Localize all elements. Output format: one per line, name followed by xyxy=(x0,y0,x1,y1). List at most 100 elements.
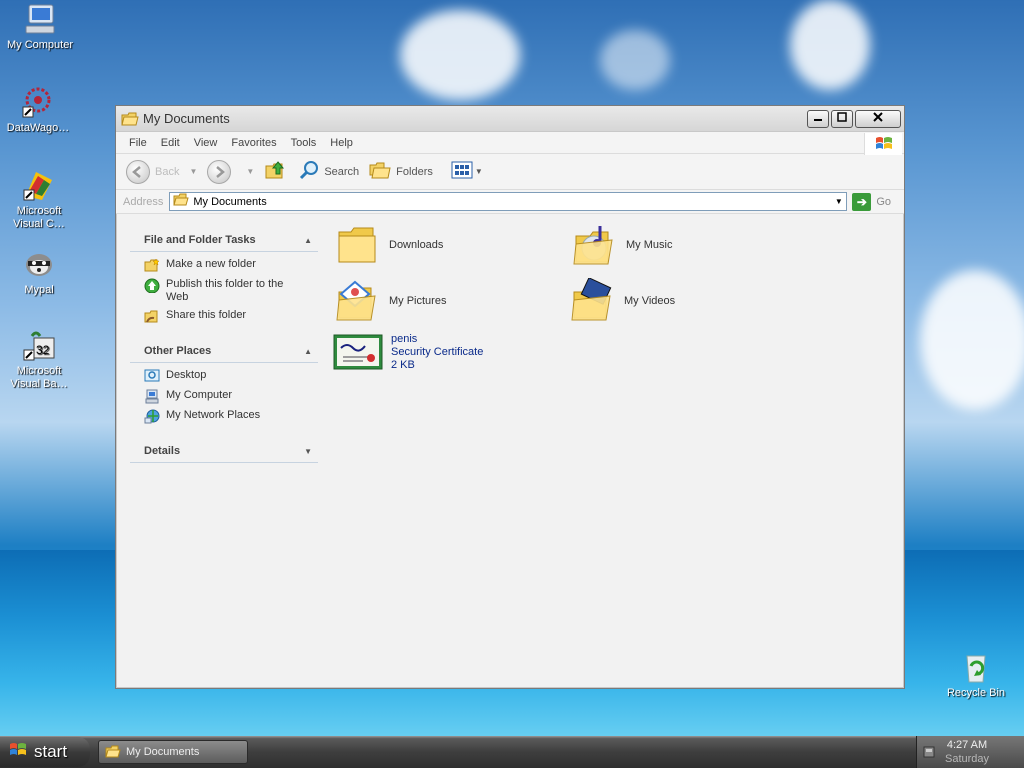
folder-icon xyxy=(173,193,190,210)
file-name: Downloads xyxy=(389,239,444,251)
task-label: Share this folder xyxy=(166,309,247,321)
desktop-icon-mypal[interactable]: Mypal xyxy=(1,247,77,297)
desktop-icon-label: My Computer xyxy=(6,39,74,51)
place-label: Desktop xyxy=(166,369,207,381)
expand-icon[interactable]: ▼ xyxy=(304,447,312,456)
address-label: Address xyxy=(123,195,164,208)
place-my-computer[interactable]: My Computer xyxy=(144,389,318,404)
task-make-new-folder[interactable]: Make a new folder xyxy=(144,258,318,273)
task-group-header[interactable]: Details ▼ xyxy=(130,438,318,463)
pictures-folder-icon xyxy=(335,278,381,324)
cloud xyxy=(920,270,1024,410)
desktop-icon-datawago[interactable]: DataWago… xyxy=(0,85,76,135)
my-computer-icon xyxy=(23,2,57,36)
explorer-window[interactable]: My Documents File Edit View Favorites To… xyxy=(115,105,905,689)
file-name: My Music xyxy=(626,239,673,251)
share-folder-icon xyxy=(144,309,160,324)
folders-button[interactable]: Folders xyxy=(369,160,433,183)
menu-favorites[interactable]: Favorites xyxy=(224,137,283,149)
search-button[interactable]: Search xyxy=(298,159,359,184)
network-places-icon xyxy=(144,409,160,424)
menu-view[interactable]: View xyxy=(187,137,225,149)
back-button[interactable]: Back xyxy=(126,159,180,184)
file-item-downloads[interactable]: Downloads xyxy=(335,222,443,268)
desktop-icon-label: DataWago… xyxy=(6,122,70,134)
file-name: My Videos xyxy=(624,295,676,307)
visual-c-icon xyxy=(22,168,56,202)
taskbar: start My Documents 4:27 AM Saturday xyxy=(0,736,1024,768)
menu-tools[interactable]: Tools xyxy=(284,137,324,149)
search-label: Search xyxy=(324,165,360,178)
title-bar[interactable]: My Documents xyxy=(116,106,904,132)
collapse-icon[interactable]: ▲ xyxy=(304,236,312,245)
desktop-icon-recycle-bin[interactable]: Recycle Bin xyxy=(936,650,1016,700)
task-label: Publish this folder to the Web xyxy=(166,278,284,303)
desktop-icon-visual-basic[interactable]: 32 Microsoft Visual Ba… xyxy=(1,328,77,391)
folders-icon xyxy=(369,160,391,183)
back-arrow-icon xyxy=(126,159,150,184)
menu-help[interactable]: Help xyxy=(323,137,360,149)
file-name: penis xyxy=(391,332,418,345)
address-value: My Documents xyxy=(193,195,267,208)
start-label: start xyxy=(34,742,68,761)
publish-web-icon xyxy=(144,278,160,294)
folder-icon xyxy=(105,745,121,759)
tray-app-icon[interactable] xyxy=(923,745,935,759)
close-icon xyxy=(873,112,883,125)
collapse-icon[interactable]: ▲ xyxy=(304,347,312,356)
desktop-icon-visual-c[interactable]: Microsoft Visual C… xyxy=(1,168,77,231)
task-group-header[interactable]: Other Places ▲ xyxy=(130,338,318,363)
search-icon xyxy=(298,159,320,184)
cloud xyxy=(400,10,520,100)
minimize-button[interactable] xyxy=(807,109,829,128)
task-publish-web[interactable]: Publish this folder to the Web xyxy=(144,278,318,304)
file-item-my-pictures[interactable]: My Pictures xyxy=(335,278,446,324)
views-icon xyxy=(451,161,473,182)
address-input[interactable]: My Documents ▼ xyxy=(169,192,848,211)
task-label: Make a new folder xyxy=(166,258,256,270)
close-button[interactable] xyxy=(855,109,901,128)
task-share-folder[interactable]: Share this folder xyxy=(144,309,318,324)
maximize-button[interactable] xyxy=(831,109,853,128)
menu-edit[interactable]: Edit xyxy=(154,137,187,149)
content-area: File and Folder Tasks ▲ Make a new folde… xyxy=(117,217,903,687)
address-dropdown-icon[interactable]: ▼ xyxy=(831,193,846,210)
views-button[interactable]: ▼ xyxy=(451,161,483,182)
go-arrow-icon: ➔ xyxy=(852,192,872,211)
dropdown-arrow-icon[interactable]: ▼ xyxy=(189,167,197,176)
clock-day: Saturday xyxy=(945,753,990,765)
clock[interactable]: 4:27 AM Saturday xyxy=(945,738,989,766)
datawago-icon xyxy=(21,85,55,119)
address-bar: Address My Documents ▼ ➔ Go xyxy=(116,190,904,214)
back-label: Back xyxy=(155,165,180,178)
start-button[interactable]: start xyxy=(0,737,90,767)
minimize-icon xyxy=(813,112,823,125)
place-desktop[interactable]: Desktop xyxy=(144,369,318,384)
dropdown-arrow-icon[interactable]: ▼ xyxy=(246,167,254,176)
desktop-icon-my-computer[interactable]: My Computer xyxy=(2,2,78,52)
window-title: My Documents xyxy=(143,111,230,126)
task-group-title: Details xyxy=(144,445,181,457)
task-group-header[interactable]: File and Folder Tasks ▲ xyxy=(130,227,318,252)
menu-bar: File Edit View Favorites Tools Help xyxy=(116,132,904,155)
file-item-my-music[interactable]: My Music xyxy=(572,222,672,268)
place-network[interactable]: My Network Places xyxy=(144,409,318,424)
up-folder-button[interactable] xyxy=(264,158,288,185)
up-folder-icon xyxy=(264,158,288,185)
go-label: Go xyxy=(876,195,892,208)
go-button[interactable]: ➔ Go xyxy=(852,192,892,211)
file-item-certificate[interactable]: penis Security Certificate 2 KB xyxy=(333,332,483,372)
menu-file[interactable]: File xyxy=(122,137,154,149)
file-folder-tasks: File and Folder Tasks ▲ Make a new folde… xyxy=(130,227,318,324)
recycle-bin-icon xyxy=(959,650,993,684)
desktop-icon-label: Microsoft Visual C… xyxy=(13,205,65,230)
file-item-my-videos[interactable]: My Videos xyxy=(570,277,676,324)
cloud xyxy=(600,30,670,90)
forward-button[interactable] xyxy=(207,159,236,184)
taskbar-button-my-documents[interactable]: My Documents xyxy=(98,740,248,764)
forward-arrow-icon xyxy=(207,159,232,184)
other-places: Other Places ▲ Desktop My Computer My Ne… xyxy=(130,338,318,424)
new-folder-icon xyxy=(144,258,160,273)
cloud xyxy=(790,0,870,90)
clock-time: 4:27 AM xyxy=(946,739,988,751)
